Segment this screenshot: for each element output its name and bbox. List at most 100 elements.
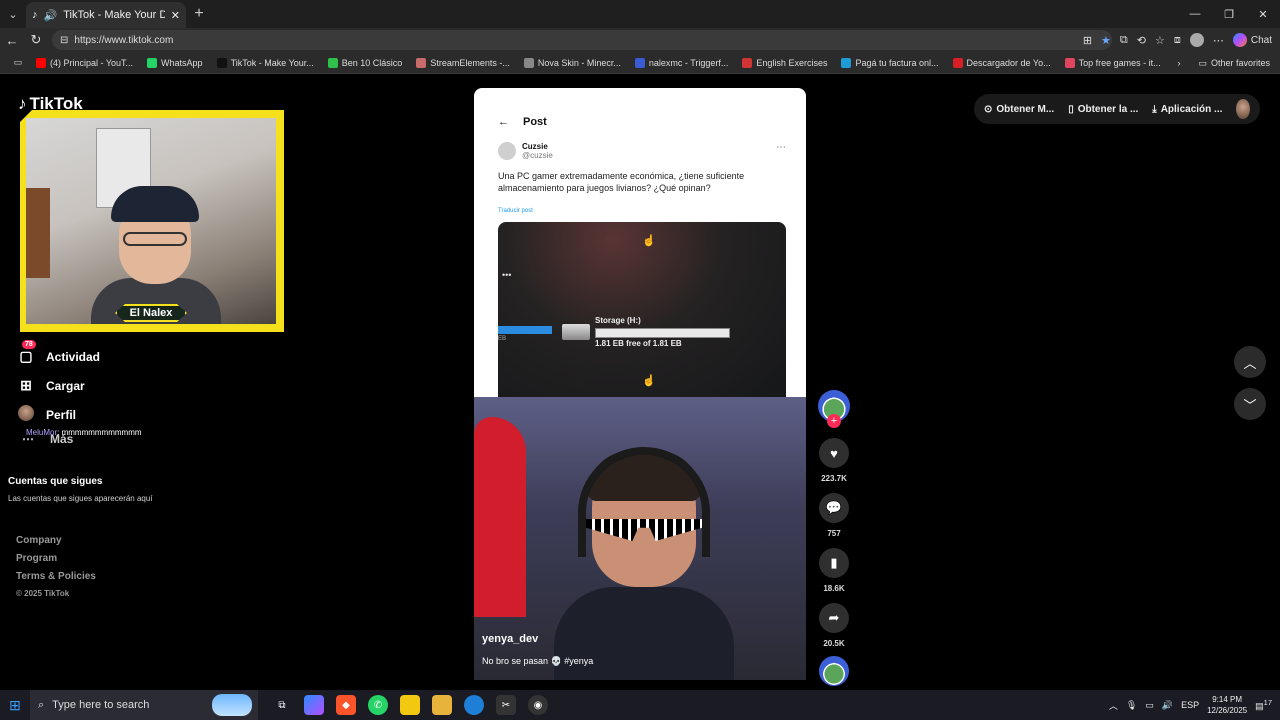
edge-icon[interactable] xyxy=(464,695,484,715)
volume-icon[interactable]: 🔊 xyxy=(1162,700,1173,711)
profile-avatar[interactable] xyxy=(1189,33,1204,47)
comment-button[interactable]: 💬 xyxy=(819,493,849,523)
post-screenshot: ← Post Cuzsie @cuzsie ⋯ Una PC gamer ext… xyxy=(474,88,806,398)
upload-plus-icon: ⊞ xyxy=(20,377,32,393)
clock[interactable]: 9:14 PM 12/26/2025 xyxy=(1207,694,1247,716)
user-avatar[interactable] xyxy=(1236,99,1250,119)
microphone-icon[interactable]: 🎙 xyxy=(1126,700,1137,711)
action-rail: + ♥ 223.7K 💬 757 ▮ 18.6K ➦ 20.5K xyxy=(816,390,852,686)
comment-icon: 💬 xyxy=(825,500,843,515)
webcam-overlay: El Nalex xyxy=(20,110,284,332)
cap xyxy=(111,186,199,222)
footer-terms-link[interactable]: Terms & Policies xyxy=(16,571,96,589)
chevron-right-icon[interactable]: › xyxy=(1177,58,1180,68)
sound-disc-avatar[interactable] xyxy=(819,656,849,686)
close-window-button[interactable]: ✕ xyxy=(1246,0,1280,28)
favorite-star-icon[interactable]: ★ xyxy=(1101,34,1111,47)
file-explorer-icon[interactable] xyxy=(432,695,452,715)
task-view-icon[interactable]: ⧉ xyxy=(272,695,292,715)
app-available-icon[interactable]: ⊞ xyxy=(1083,34,1092,47)
tab-tiktok[interactable]: ♪ 🔊 TikTok - Make Your Day ✕ xyxy=(26,2,186,28)
like-button[interactable]: ♥ xyxy=(819,438,849,468)
share-button[interactable]: ➦ xyxy=(819,603,849,633)
nav-upload-label: Cargar xyxy=(46,378,85,393)
media-dots: ••• xyxy=(502,270,512,280)
clock-time: 9:14 PM xyxy=(1212,695,1243,704)
streamer-name-plate: El Nalex xyxy=(115,304,187,322)
tray-overflow-icon[interactable]: ︿ xyxy=(1109,699,1118,712)
save-button[interactable]: ▮ xyxy=(819,548,849,578)
bookmark-item[interactable]: Pagá tu factura onl... xyxy=(841,57,939,68)
footer-program-link[interactable]: Program xyxy=(16,553,96,571)
video-caption: No bro se pasan 💀 #yenya xyxy=(482,656,594,666)
author-handle: @cuzsie xyxy=(522,151,553,160)
folder-icon: ▭ xyxy=(1198,57,1207,68)
address-bar[interactable]: ⊟ https://www.tiktok.com xyxy=(52,30,1112,50)
bookmark-item[interactable]: WhatsApp xyxy=(147,57,203,68)
minimize-button[interactable]: — xyxy=(1178,0,1212,28)
extensions-icon[interactable]: ⧉ xyxy=(1120,34,1128,47)
get-app-button[interactable]: ▯ Obtener la ... xyxy=(1068,104,1138,115)
brave-icon[interactable]: ◆ xyxy=(336,695,356,715)
other-favorites[interactable]: › ▭ Other favorites xyxy=(1177,52,1270,74)
copilot-app-icon[interactable] xyxy=(304,695,324,715)
bookmark-item[interactable]: Descargador de Yo... xyxy=(952,57,1051,68)
next-video-button[interactable]: ﹀ xyxy=(1234,388,1266,420)
settings-more-icon[interactable]: ⋯ xyxy=(1213,34,1224,47)
bookmark-item[interactable]: nalexmc - Triggerf... xyxy=(634,57,729,68)
notification-count: 17 xyxy=(1263,698,1272,707)
bookmark-label: Ben 10 Clásico xyxy=(341,57,403,68)
previous-video-button[interactable]: ︿ xyxy=(1234,346,1266,378)
bookmark-item[interactable]: (4) Principal - YouT... xyxy=(36,57,133,68)
browser-essentials-icon[interactable]: ⟲ xyxy=(1137,34,1146,47)
bookmarks-menu-icon[interactable]: ▭ xyxy=(0,57,36,68)
capcut-icon[interactable]: ✂ xyxy=(496,695,516,715)
post-more-icon: ⋯ xyxy=(776,142,786,153)
restore-button[interactable]: ❐ xyxy=(1212,0,1246,28)
refresh-button[interactable]: ↻ xyxy=(24,32,48,48)
nav-activity[interactable]: ▢ 78 Actividad xyxy=(18,340,100,371)
save-count: 18.6K xyxy=(823,584,845,593)
drive-label-left: EB xyxy=(498,336,507,342)
system-tray: ︿ 🎙 ▭ 🔊 ESP 9:14 PM 12/26/2025 ▤17 xyxy=(1109,690,1272,720)
desktop-app-label: Aplicación ... xyxy=(1160,103,1223,115)
bookmark-favicon-icon xyxy=(634,57,645,68)
language-indicator[interactable]: ESP xyxy=(1181,700,1199,710)
taskbar-search[interactable]: ⌕ Type here to search xyxy=(30,690,258,720)
network-icon[interactable]: ▭ xyxy=(1145,700,1154,711)
reaction-video[interactable]: yenya_dev No bro se pasan 💀 #yenya xyxy=(474,397,806,680)
bookmark-item[interactable]: StreamElements -... xyxy=(416,57,510,68)
speaker-icon[interactable]: 🔊 xyxy=(44,9,58,22)
other-favorites-label: Other favorites xyxy=(1210,58,1270,68)
bookmark-item[interactable]: Nova Skin - Minecr... xyxy=(523,57,621,68)
sticky-notes-icon[interactable] xyxy=(400,695,420,715)
nav-profile[interactable]: Perfil xyxy=(18,400,100,429)
copilot-button[interactable]: Chat xyxy=(1232,33,1272,47)
window-controls: — ❐ ✕ xyxy=(1178,0,1280,28)
bookmark-item[interactable]: TikTok - Make Your... xyxy=(216,57,314,68)
follow-plus-icon[interactable]: + xyxy=(827,414,841,428)
bookmark-favicon-icon xyxy=(216,57,227,68)
tab-actions-menu-button[interactable]: ⌄ xyxy=(0,0,26,28)
obs-icon[interactable]: ◉ xyxy=(528,695,548,715)
desktop-app-button[interactable]: ⤓ Aplicación ... xyxy=(1152,104,1222,115)
bookmark-item[interactable]: Top free games - it... xyxy=(1064,57,1161,68)
collections-icon[interactable]: ⧈ xyxy=(1174,34,1181,47)
bookmark-label: WhatsApp xyxy=(161,57,203,68)
start-button[interactable]: ⊞ xyxy=(0,690,30,720)
footer-company-link[interactable]: Company xyxy=(16,535,96,553)
back-button[interactable]: ← xyxy=(0,33,24,48)
bookmark-item[interactable]: Ben 10 Clásico xyxy=(327,57,403,68)
tiktok-favicon-icon: ♪ xyxy=(32,9,38,21)
get-coins-button[interactable]: ⊙ Obtener M... xyxy=(984,104,1054,115)
favorites-icon[interactable]: ☆ xyxy=(1155,34,1165,47)
new-tab-button[interactable]: + xyxy=(186,5,212,23)
video-username[interactable]: yenya_dev xyxy=(482,633,538,645)
close-tab-icon[interactable]: ✕ xyxy=(171,9,180,22)
bookmark-label: nalexmc - Triggerf... xyxy=(648,57,729,68)
site-info-icon[interactable]: ⊟ xyxy=(60,35,68,46)
bookmark-item[interactable]: English Exercises xyxy=(742,57,827,68)
whatsapp-icon[interactable]: ✆ xyxy=(368,695,388,715)
nav-upload[interactable]: ⊞ Cargar xyxy=(18,371,100,400)
notifications-icon[interactable]: ▤17 xyxy=(1255,698,1272,712)
